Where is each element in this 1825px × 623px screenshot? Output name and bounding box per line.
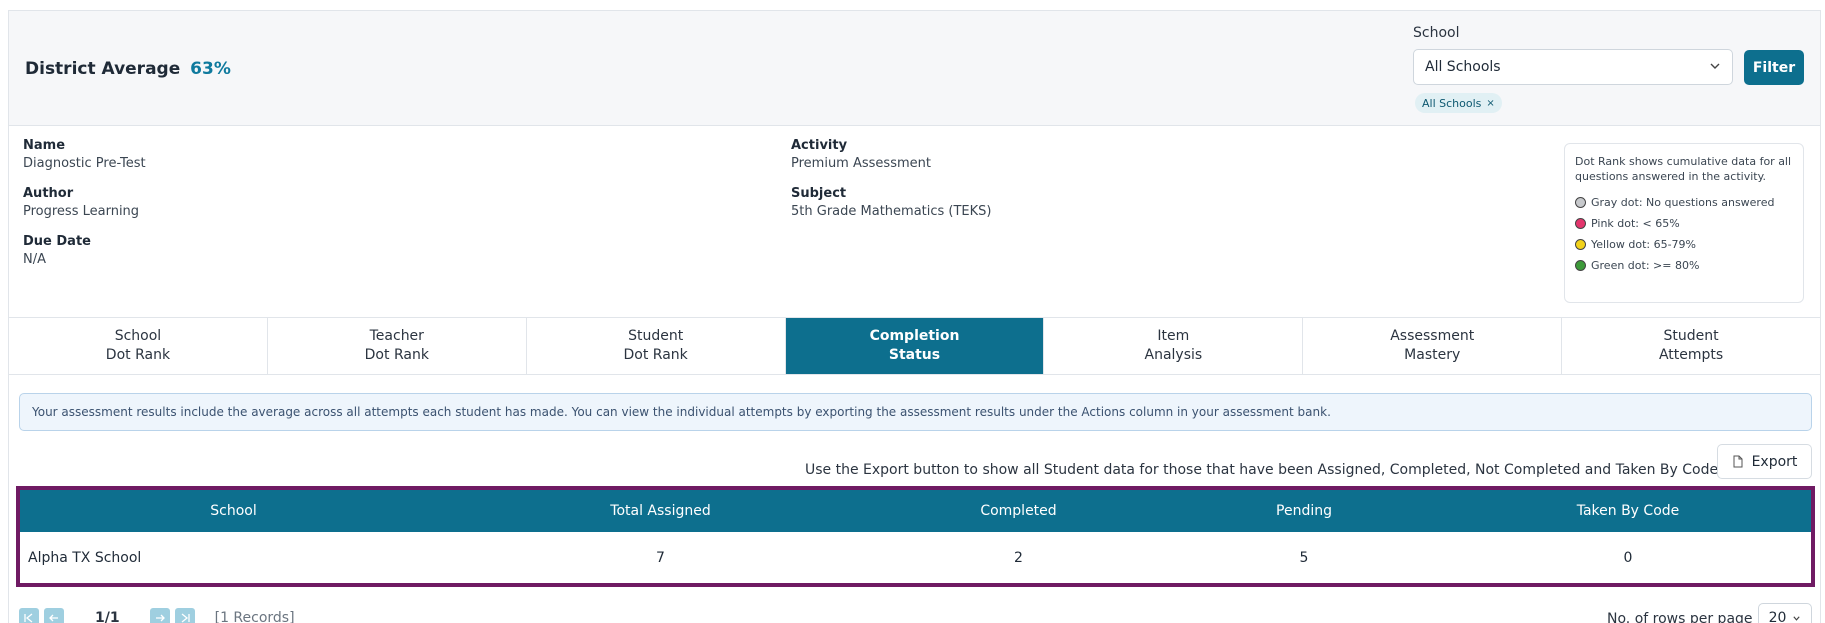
subject-label: Subject bbox=[791, 186, 847, 201]
cell-completed: 2 bbox=[1014, 549, 1023, 566]
tab-label: Analysis bbox=[1144, 347, 1203, 363]
tab-label: Dot Rank bbox=[623, 347, 688, 363]
table-row: Alpha TX School 7 2 5 0 bbox=[20, 532, 1811, 583]
legend-item: Yellow dot: 65-79% bbox=[1575, 234, 1793, 255]
chevron-down-icon bbox=[1793, 615, 1801, 621]
tab-label: Teacher bbox=[369, 328, 424, 344]
cell-pending: 5 bbox=[1299, 549, 1309, 566]
column-header-pending[interactable]: Pending bbox=[1163, 503, 1445, 519]
tab-label: Status bbox=[888, 347, 941, 363]
name-value: Diagnostic Pre-Test bbox=[23, 156, 146, 171]
due-date-label: Due Date bbox=[23, 234, 91, 249]
legend-item: Gray dot: No questions answered bbox=[1575, 192, 1793, 213]
rows-per-page-value: 20 bbox=[1768, 610, 1787, 623]
tab-label: Dot Rank bbox=[364, 347, 429, 363]
report-panel: District Average 63% School All Schools … bbox=[8, 10, 1821, 623]
tab-label: Mastery bbox=[1404, 347, 1461, 363]
report-tabs: School Dot Rank Teacher Dot Rank Student… bbox=[9, 317, 1821, 375]
tab-label: Dot Rank bbox=[105, 347, 171, 363]
export-hint: Use the Export button to show all Studen… bbox=[805, 462, 1723, 478]
completion-table: School Total Assigned Completed Pending … bbox=[16, 486, 1815, 587]
cell-taken-by-code: 0 bbox=[1623, 549, 1633, 566]
tab-label: Assessment bbox=[1390, 328, 1475, 344]
tab-completion-status[interactable]: Completion Status bbox=[785, 318, 1045, 374]
document-icon bbox=[1733, 455, 1743, 468]
last-page-button[interactable] bbox=[174, 608, 195, 623]
close-icon[interactable]: × bbox=[1486, 98, 1494, 109]
legend-item-label: Pink dot: < 65% bbox=[1591, 217, 1680, 230]
first-page-icon bbox=[24, 613, 33, 623]
legend-item-label: Yellow dot: 65-79% bbox=[1591, 238, 1697, 251]
next-page-button[interactable] bbox=[149, 608, 170, 623]
district-average-value: 63% bbox=[190, 59, 231, 79]
export-button[interactable]: Export bbox=[1717, 444, 1812, 479]
chevron-down-icon bbox=[1710, 63, 1720, 69]
tab-label: School bbox=[114, 328, 162, 344]
school-chip-label: All Schools bbox=[1422, 96, 1482, 110]
school-chip: All Schools × bbox=[1415, 93, 1502, 113]
column-header-taken-by-code[interactable]: Taken By Code bbox=[1445, 503, 1811, 519]
tab-assessment-mastery[interactable]: Assessment Mastery bbox=[1303, 318, 1563, 374]
tab-school-dot-rank[interactable]: School Dot Rank bbox=[9, 318, 268, 374]
dot-rank-legend: Dot Rank shows cumulative data for all q… bbox=[1564, 143, 1804, 303]
tab-teacher-dot-rank[interactable]: Teacher Dot Rank bbox=[267, 318, 527, 374]
first-page-button[interactable] bbox=[19, 608, 39, 623]
rows-per-page-label: No. of rows per page bbox=[1607, 611, 1753, 623]
filter-button[interactable]: Filter bbox=[1744, 50, 1804, 85]
table-header: School Total Assigned Completed Pending … bbox=[20, 490, 1811, 532]
green-dot-icon bbox=[1575, 260, 1586, 271]
subject-value: 5th Grade Mathematics (TEKS) bbox=[791, 204, 992, 219]
activity-label: Activity bbox=[791, 138, 848, 153]
last-page-icon bbox=[181, 613, 190, 623]
district-average: District Average 63% bbox=[25, 59, 231, 79]
yellow-dot-icon bbox=[1575, 239, 1586, 250]
legend-item-label: Gray dot: No questions answered bbox=[1591, 196, 1775, 209]
assessment-info: Name Diagnostic Pre-Test Author Progress… bbox=[9, 126, 1820, 328]
tab-label: Attempts bbox=[1658, 347, 1724, 363]
rows-per-page-select[interactable]: 20 bbox=[1758, 603, 1812, 623]
school-filter-label: School bbox=[1413, 25, 1460, 41]
prev-page-button[interactable] bbox=[44, 608, 64, 623]
tab-label: Item bbox=[1157, 328, 1190, 344]
tab-label: Student bbox=[1663, 328, 1719, 344]
page-indicator: 1/1 bbox=[95, 610, 120, 623]
legend-item-label: Green dot: >= 80% bbox=[1591, 259, 1700, 272]
tab-item-analysis[interactable]: Item Analysis bbox=[1044, 318, 1304, 374]
pagination: 1/1 [1 Records] bbox=[19, 604, 295, 623]
cell-school: Alpha TX School bbox=[28, 549, 142, 566]
pink-dot-icon bbox=[1575, 218, 1586, 229]
due-date-value: N/A bbox=[23, 252, 46, 267]
column-header-total-assigned[interactable]: Total Assigned bbox=[447, 503, 874, 519]
export-label: Export bbox=[1751, 453, 1798, 470]
tab-label: Completion bbox=[869, 328, 960, 344]
report-header: District Average 63% School All Schools … bbox=[9, 11, 1820, 126]
arrow-right-icon bbox=[155, 614, 165, 622]
legend-item: Pink dot: < 65% bbox=[1575, 213, 1793, 234]
cell-total-assigned: 7 bbox=[656, 549, 665, 566]
school-select[interactable]: All Schools bbox=[1413, 49, 1733, 85]
column-header-completed[interactable]: Completed bbox=[874, 503, 1163, 519]
author-value: Progress Learning bbox=[23, 204, 140, 219]
author-label: Author bbox=[23, 186, 74, 201]
tab-student-attempts[interactable]: Student Attempts bbox=[1562, 318, 1821, 374]
legend-item: Green dot: >= 80% bbox=[1575, 255, 1793, 276]
activity-value: Premium Assessment bbox=[791, 156, 931, 171]
column-header-school[interactable]: School bbox=[20, 503, 447, 519]
name-label: Name bbox=[23, 138, 66, 153]
school-select-value: All Schools bbox=[1425, 59, 1501, 75]
record-count: [1 Records] bbox=[214, 610, 295, 623]
arrow-left-icon bbox=[49, 614, 58, 622]
tab-student-dot-rank[interactable]: Student Dot Rank bbox=[526, 318, 786, 374]
legend-description: Dot Rank shows cumulative data for all q… bbox=[1575, 155, 1792, 183]
district-average-label: District Average bbox=[25, 59, 181, 79]
tab-label: Student bbox=[628, 328, 684, 344]
attempts-notice: Your assessment results include the aver… bbox=[19, 393, 1812, 431]
gray-dot-icon bbox=[1575, 197, 1586, 208]
